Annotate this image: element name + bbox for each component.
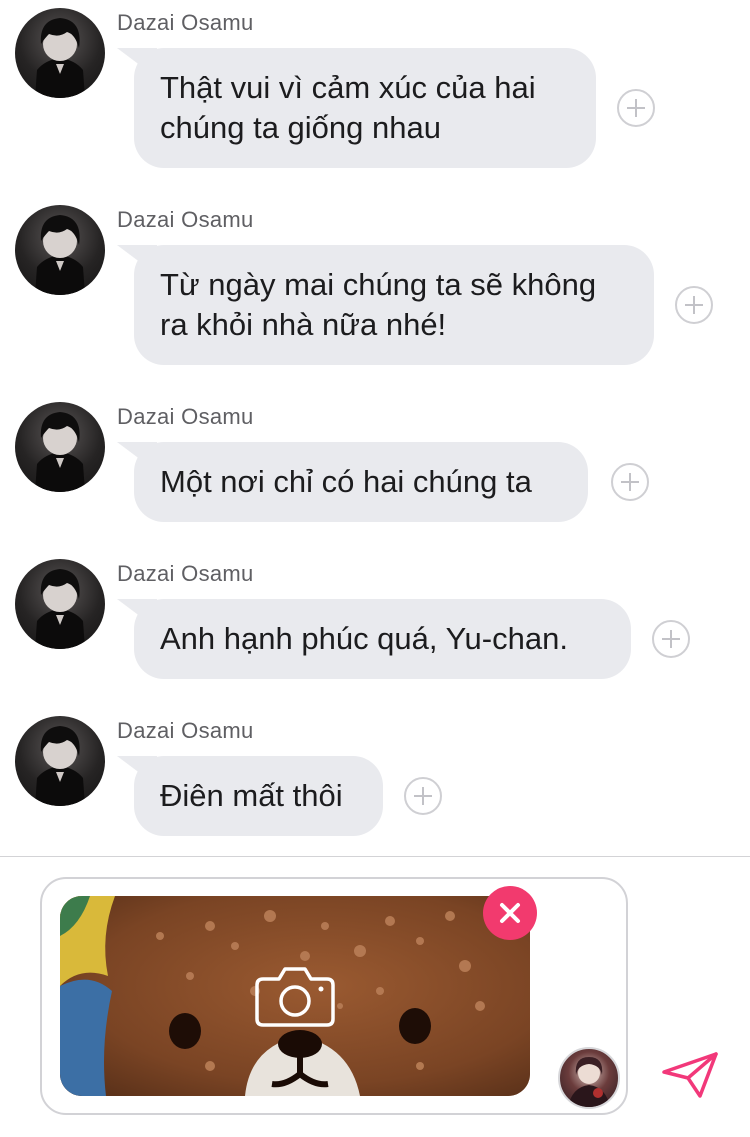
sender-name: Dazai Osamu [117,561,254,586]
message-text: Một nơi chỉ có hai chúng ta [160,464,532,499]
sender-name: Dazai Osamu [117,404,254,429]
add-reaction-icon[interactable] [675,286,713,324]
message-bubble[interactable]: Từ ngày mai chúng ta sẽ không ra khỏi nh… [134,245,654,365]
sender-avatar[interactable] [15,716,105,806]
sender-avatar[interactable] [15,402,105,492]
add-reaction-icon[interactable] [652,620,690,658]
message-bubble[interactable]: Anh hạnh phúc quá, Yu-chan. [134,599,631,679]
message-text: Anh hạnh phúc quá, Yu-chan. [160,621,568,656]
message-bubble[interactable]: Điên mất thôi [134,756,383,836]
add-reaction-icon[interactable] [611,463,649,501]
sender-name: Dazai Osamu [117,207,254,232]
add-reaction-icon[interactable] [617,89,655,127]
add-reaction-icon[interactable] [404,777,442,815]
message-text: Từ ngày mai chúng ta sẽ không [160,267,597,302]
sender-avatar[interactable] [15,559,105,649]
composer-divider [0,856,750,857]
sender-name: Dazai Osamu [117,718,254,743]
user-avatar[interactable] [558,1047,620,1109]
message-bubble[interactable]: Thật vui vì cảm xúc của hai chúng ta giố… [134,48,596,168]
message-text: Điên mất thôi [160,778,343,813]
paper-plane-icon [662,1052,718,1098]
message-text: Thật vui vì cảm xúc của hai [160,70,536,105]
sender-avatar[interactable] [15,205,105,295]
send-button[interactable] [660,1050,720,1105]
sender-name: Dazai Osamu [117,10,254,35]
sender-avatar[interactable] [15,8,105,98]
message-bubble[interactable]: Một nơi chỉ có hai chúng ta [134,442,588,522]
message-text: chúng ta giống nhau [160,110,441,145]
camera-icon[interactable] [255,965,335,1032]
message-text: ra khỏi nhà nữa nhé! [160,307,447,342]
remove-attachment-button[interactable] [483,886,537,940]
close-icon [500,903,520,923]
